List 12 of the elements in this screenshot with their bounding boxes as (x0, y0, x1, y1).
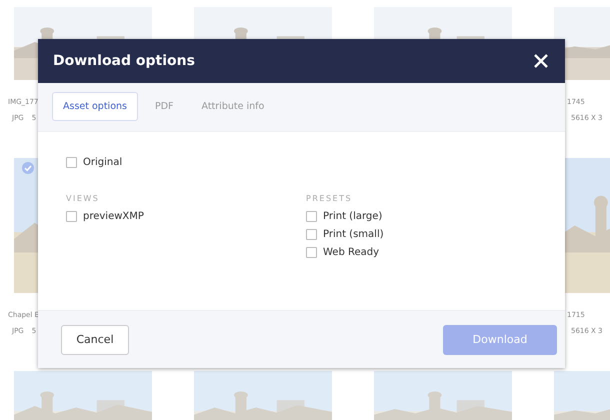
option-label: Print (large) (323, 211, 382, 222)
cancel-button[interactable]: Cancel (61, 324, 129, 354)
option-label: Original (83, 157, 122, 168)
tab[interactable]: PDF (144, 92, 184, 121)
dialog-title: Download options (53, 53, 195, 69)
option-label: Web Ready (323, 247, 380, 258)
section-heading: PRESETS (306, 194, 354, 203)
option-label: previewXMP (83, 211, 144, 222)
option-label: Print (small) (323, 229, 384, 240)
section-heading: VIEWS (66, 194, 100, 203)
tab[interactable]: Attribute info (190, 92, 276, 121)
tab[interactable]: Asset options (52, 92, 138, 121)
